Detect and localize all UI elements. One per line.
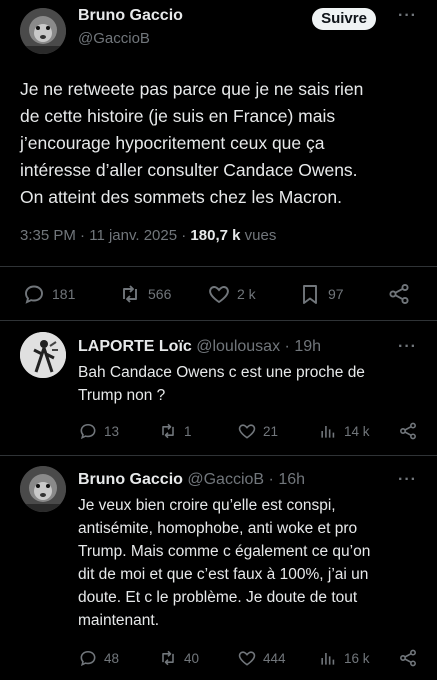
retweet-icon — [162, 423, 174, 439]
tweet-time[interactable]: 3:35 PM — [20, 227, 76, 244]
figure-avatar-icon — [20, 332, 66, 378]
reply-text-line: antisémite, homophobe, anti woke et pro — [78, 520, 358, 537]
meta-separator: · — [181, 227, 187, 244]
avatar[interactable] — [20, 8, 66, 54]
reply-text-line: Je veux bien croire qu’elle est conspi, — [78, 497, 336, 514]
retweet-count: 40 — [184, 650, 200, 666]
divider — [0, 320, 437, 321]
author-handle[interactable]: @loulousax — [196, 338, 280, 355]
views-icon — [321, 653, 335, 665]
divider — [0, 455, 437, 456]
share-icon — [400, 649, 416, 667]
bookmark-button[interactable]: 97 — [298, 282, 344, 306]
reply-text: Bah Candace Owens c est une proche de Tr… — [78, 361, 428, 407]
reply-text-line: maintenant. — [78, 612, 159, 629]
bookmark-count: 97 — [328, 286, 344, 302]
tweet-text-line: de cette histoire (je suis en France) ma… — [20, 106, 336, 126]
reply-text: Je veux bien croire qu’elle est conspi, … — [78, 494, 433, 632]
reply-count: 48 — [104, 650, 120, 666]
reply-count: 181 — [52, 286, 76, 302]
share-button[interactable] — [387, 282, 411, 306]
reply-button[interactable]: 13 — [78, 421, 119, 441]
heart-icon — [209, 286, 229, 304]
views-icon — [321, 426, 335, 438]
share-icon — [400, 422, 416, 440]
reply-text-line: Trump. Mais comme c également ce qu’on — [78, 543, 371, 560]
divider — [0, 266, 437, 267]
like-count: 444 — [263, 650, 286, 666]
tweet-text: Je ne retweete pas parce que je ne sais … — [20, 76, 430, 211]
like-button[interactable]: 2 k — [207, 282, 256, 306]
reply-button[interactable]: 48 — [78, 648, 119, 668]
author-name[interactable]: Bruno Gaccio — [78, 7, 183, 25]
author-name[interactable]: Bruno Gaccio — [78, 471, 183, 488]
author-handle[interactable]: @GaccioB — [187, 471, 264, 488]
retweet-count: 1 — [184, 423, 192, 439]
like-count: 21 — [263, 423, 279, 439]
tweet-text-line: intéresse d’aller consulter Candace Owen… — [20, 160, 358, 180]
more-options-icon[interactable]: ··· — [398, 338, 417, 356]
avatar[interactable] — [20, 466, 66, 512]
views-count: 14 k — [344, 423, 370, 439]
more-options-icon[interactable]: ··· — [398, 471, 417, 489]
avatar[interactable] — [20, 332, 66, 378]
monkey-avatar-icon — [20, 466, 66, 512]
reply-text-line: dit de moi et que c’est faux à 100%, j’a… — [78, 566, 369, 583]
reply-text-line: doute. Et c le problème. Je doute de tou… — [78, 589, 358, 606]
like-button[interactable]: 21 — [237, 421, 278, 441]
views-count: 180,7 k — [190, 227, 241, 244]
reply-time[interactable]: 16h — [278, 471, 305, 488]
reply-header: Bruno Gaccio @GaccioB · 16h — [78, 471, 305, 489]
share-button[interactable] — [398, 421, 418, 441]
tweet-text-line: j’encourage hypocritement ceux que ça — [20, 133, 325, 153]
bookmark-icon — [303, 285, 317, 304]
reply-icon — [80, 650, 96, 667]
views-button[interactable]: 16 k — [318, 648, 370, 668]
reply-time[interactable]: 19h — [294, 338, 321, 355]
meta-separator: · — [284, 338, 290, 355]
more-options-icon[interactable]: ··· — [398, 7, 417, 25]
reply-icon — [25, 285, 43, 304]
meta-separator: · — [80, 227, 86, 244]
tweet-meta: 3:35 PM · 11 janv. 2025 · 180,7 k vues — [20, 227, 276, 244]
share-button[interactable] — [398, 648, 418, 668]
retweet-button[interactable]: 566 — [118, 282, 171, 306]
views-count: 16 k — [344, 650, 370, 666]
reply-icon — [80, 423, 96, 440]
reply-count: 13 — [104, 423, 120, 439]
heart-icon — [238, 424, 256, 439]
heart-icon — [238, 651, 256, 666]
tweet-text-line: On atteint des sommets chez les Macron. — [20, 187, 342, 207]
retweet-button[interactable]: 40 — [158, 648, 199, 668]
reply-text-line: Bah Candace Owens c est une proche de — [78, 364, 365, 381]
follow-button[interactable]: Suivre — [312, 8, 376, 30]
tweet-text-line: Je ne retweete pas parce que je ne sais … — [20, 79, 364, 99]
author-handle[interactable]: @GaccioB — [78, 30, 150, 47]
like-count: 2 k — [237, 286, 256, 302]
views-label: vues — [244, 227, 277, 244]
reply-text-line: Trump non ? — [78, 387, 166, 404]
retweet-button[interactable]: 1 — [158, 421, 192, 441]
views-button[interactable]: 14 k — [318, 421, 370, 441]
retweet-icon — [162, 650, 174, 666]
tweet-date[interactable]: 11 janv. 2025 — [89, 227, 177, 244]
like-button[interactable]: 444 — [237, 648, 286, 668]
author-name[interactable]: LAPORTE Loïc — [78, 338, 192, 355]
monkey-avatar-icon — [20, 8, 66, 54]
reply-header: LAPORTE Loïc @loulousax · 19h — [78, 338, 321, 356]
reply-button[interactable]: 181 — [22, 282, 75, 306]
retweet-count: 566 — [148, 286, 172, 302]
retweet-icon — [123, 285, 137, 303]
meta-separator: · — [268, 471, 274, 488]
share-icon — [389, 283, 409, 305]
